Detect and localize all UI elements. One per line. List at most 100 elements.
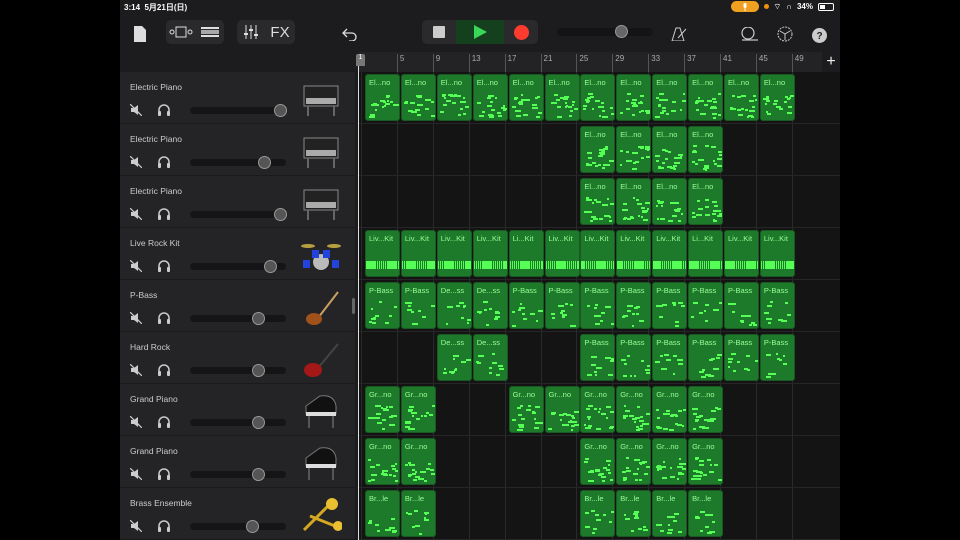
track-lane[interactable]: P-Bass P-Bass De...ss De...ss P-Bass P-Bass P-… [358,280,840,332]
volume-knob[interactable] [251,416,265,429]
play-button[interactable] [456,20,504,44]
track-lane[interactable]: El...no El...no El...no El...no El...no El...… [358,72,840,124]
browser-view-button[interactable] [166,20,196,44]
track-lane[interactable]: Gr...no Gr...no Gr...no Gr...no Gr...no Gr...… [358,436,840,488]
region[interactable]: Br...le [580,490,616,537]
region[interactable]: De...ss [436,282,472,329]
track-header[interactable]: Grand Piano [120,436,355,488]
volume-knob[interactable] [273,208,287,221]
mute-icon[interactable] [130,468,142,480]
region[interactable]: Gr...no [580,386,616,433]
region[interactable]: De...ss [472,334,508,381]
region[interactable]: Liv...Kit [616,230,652,277]
mute-icon[interactable] [130,104,142,116]
headphones-solo-icon[interactable] [157,415,171,429]
volume-knob[interactable] [257,156,271,169]
region[interactable]: P-Bass [652,334,688,381]
headphones-solo-icon[interactable] [157,259,171,273]
mute-icon[interactable] [130,208,142,220]
track-lane[interactable]: Gr...no Gr...no Gr...no Gr...no Gr...no Gr...… [358,384,840,436]
region[interactable]: P-Bass [580,334,616,381]
track-lane[interactable]: El...no El...no El...no El...no [358,124,840,176]
region[interactable]: El...no [400,74,436,121]
region[interactable]: El...no [688,74,724,121]
volume-knob[interactable] [263,260,277,273]
grand-piano-icon[interactable] [300,392,342,432]
region[interactable]: Gr...no [400,386,436,433]
region[interactable]: Gr...no [616,386,652,433]
region[interactable]: P-Bass [400,282,436,329]
region[interactable]: Gr...no [652,386,688,433]
track-volume-slider[interactable] [190,156,286,169]
region[interactable]: P-Bass [365,282,400,329]
headphones-solo-icon[interactable] [157,363,171,377]
region[interactable]: Liv...Kit [544,230,580,277]
my-songs-button[interactable] [132,22,148,46]
track-header[interactable]: Brass Ensemble [120,488,355,540]
track-header[interactable]: Electric Piano [120,176,355,228]
region[interactable]: P-Bass [580,282,616,329]
region[interactable]: Gr...no [365,438,400,485]
fx-button[interactable]: FX [265,20,295,44]
region[interactable]: El...no [544,74,580,121]
playhead[interactable] [358,56,359,540]
track-header[interactable]: Grand Piano [120,384,355,436]
region[interactable]: P-Bass [759,282,795,329]
help-button[interactable]: ? [811,23,827,47]
region[interactable]: Gr...no [400,438,436,485]
mute-icon[interactable] [130,364,142,376]
brass-icon[interactable] [300,496,342,536]
mute-icon[interactable] [130,312,142,324]
settings-button[interactable] [776,22,794,46]
track-header[interactable]: Electric Piano [120,72,355,124]
region[interactable]: Liv...Kit [472,230,508,277]
region[interactable]: El...no [472,74,508,121]
region[interactable]: El...no [580,74,616,121]
record-button[interactable] [504,20,538,44]
track-volume-slider[interactable] [190,520,286,533]
headphones-solo-icon[interactable] [157,207,171,221]
region[interactable]: El...no [580,126,616,173]
region[interactable]: Gr...no [580,438,616,485]
track-volume-slider[interactable] [190,104,287,117]
region[interactable]: Br...le [616,490,652,537]
region[interactable]: Gr...no [688,386,724,433]
region[interactable]: El...no [616,126,652,173]
region[interactable]: El...no [688,178,724,225]
region[interactable]: Liv...Kit [400,230,436,277]
region[interactable]: Gr...no [365,386,400,433]
region[interactable]: Li...Kit [508,230,544,277]
region[interactable]: Liv...Kit [580,230,616,277]
region[interactable]: El...no [652,178,688,225]
region[interactable]: El...no [616,178,652,225]
loop-browser-button[interactable] [740,22,758,46]
track-volume-slider[interactable] [190,208,287,221]
region[interactable]: De...ss [472,282,508,329]
region[interactable]: De...ss [436,334,472,381]
add-section-button[interactable]: + [822,52,840,72]
mute-icon[interactable] [130,156,142,168]
volume-knob[interactable] [251,364,265,377]
region[interactable]: El...no [652,74,688,121]
track-lane[interactable]: Br...le Br...le Br...le Br...le Br...le Br...… [358,488,840,540]
region[interactable]: P-Bass [544,282,580,329]
region[interactable]: Gr...no [544,386,580,433]
region[interactable]: El...no [580,178,616,225]
region[interactable]: Liv...Kit [759,230,795,277]
region[interactable]: P-Bass [688,334,724,381]
metronome-button[interactable] [670,22,688,46]
region[interactable]: P-Bass [759,334,795,381]
region[interactable]: Gr...no [652,438,688,485]
track-header[interactable]: Live Rock Kit [120,228,355,280]
region[interactable]: Liv...Kit [365,230,400,277]
region[interactable]: El...no [365,74,400,121]
track-volume-slider[interactable] [190,416,286,429]
bass-guitar-icon[interactable] [300,288,342,328]
volume-knob[interactable] [251,468,265,481]
region[interactable]: Br...le [365,490,400,537]
track-volume-slider[interactable] [190,364,286,377]
headphones-solo-icon[interactable] [157,311,171,325]
track-volume-slider[interactable] [190,312,286,325]
region[interactable]: Liv...Kit [436,230,472,277]
region[interactable]: P-Bass [724,282,759,329]
